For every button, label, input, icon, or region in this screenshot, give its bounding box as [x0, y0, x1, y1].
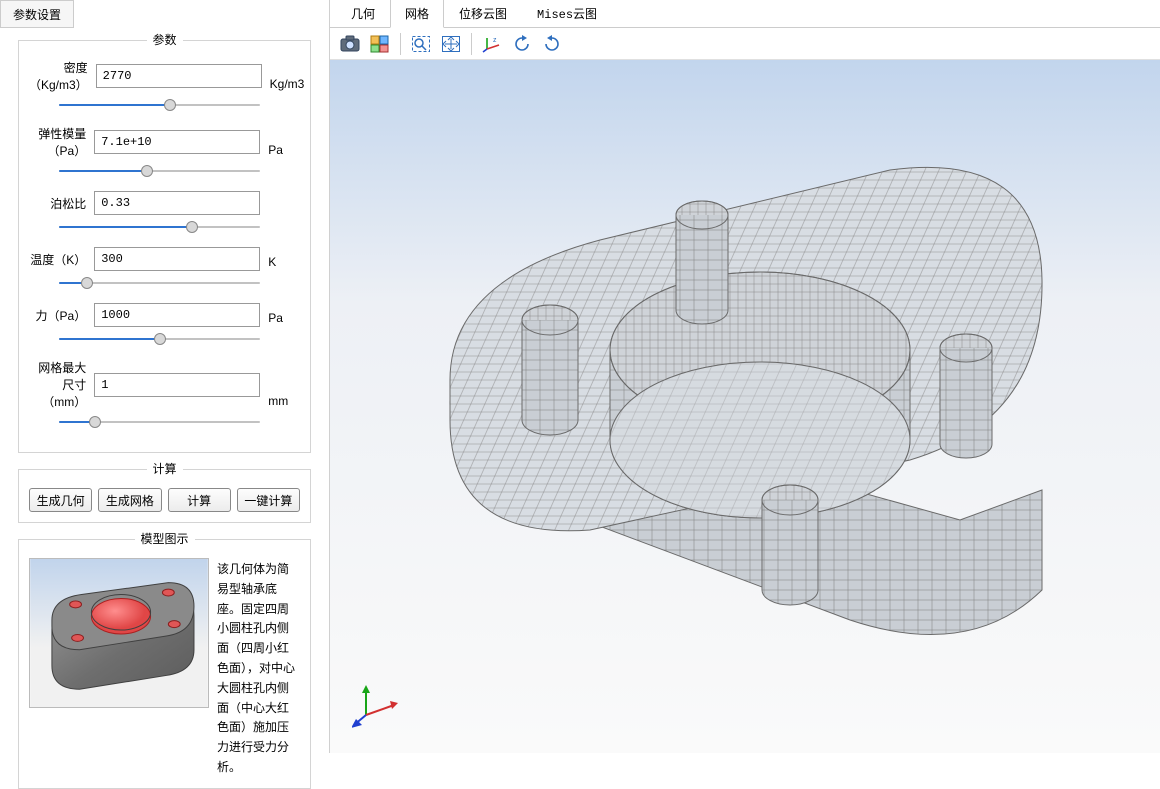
param-input[interactable]: [94, 373, 260, 397]
param-unit: [268, 213, 300, 215]
screenshot-options-icon[interactable]: [366, 31, 394, 57]
param-label: 弹性模量（Pa）: [29, 125, 86, 159]
main-area: 几何网格位移云图Mises云图 z: [330, 0, 1160, 753]
view-toolbar: z: [330, 28, 1160, 60]
param-slider[interactable]: [59, 331, 260, 347]
view-tab[interactable]: 网格: [390, 0, 444, 28]
param-unit: Pa: [268, 311, 300, 327]
param-label: 泊松比: [29, 195, 86, 212]
param-slider[interactable]: [59, 275, 260, 291]
param-label: 密度（Kg/m3）: [29, 59, 88, 93]
param-label: 温度（K）: [29, 251, 86, 268]
param-slider[interactable]: [59, 219, 260, 235]
camera-icon[interactable]: [336, 31, 364, 57]
compute-group: 计算 生成几何生成网格计算一键计算: [18, 469, 311, 523]
params-group-legend: 参数: [146, 31, 182, 48]
model-group-legend: 模型图示: [134, 530, 194, 547]
param-slider[interactable]: [59, 97, 260, 113]
param-unit: mm: [268, 394, 300, 410]
param-label: 力（Pa）: [29, 307, 86, 324]
fit-view-icon[interactable]: [437, 31, 465, 57]
param-input[interactable]: [96, 64, 262, 88]
view-tab-bar: 几何网格位移云图Mises云图: [330, 0, 1160, 28]
toolbar-separator: [471, 33, 472, 55]
model-group: 模型图示: [18, 539, 311, 789]
param-slider[interactable]: [59, 163, 260, 179]
param-unit: Pa: [268, 143, 300, 159]
zoom-rect-icon[interactable]: [407, 31, 435, 57]
svg-text:z: z: [493, 37, 497, 44]
compute-button[interactable]: 生成几何: [29, 488, 92, 512]
model-thumbnail: [29, 558, 209, 708]
compute-button[interactable]: 一键计算: [237, 488, 300, 512]
param-row: 温度（K） K: [29, 247, 300, 291]
param-row: 泊松比: [29, 191, 300, 235]
show-axes-icon[interactable]: z: [478, 31, 506, 57]
view-tab[interactable]: 几何: [336, 0, 390, 28]
viewport-3d[interactable]: [330, 60, 1160, 753]
compute-group-legend: 计算: [146, 460, 182, 477]
param-input[interactable]: [94, 303, 260, 327]
param-input[interactable]: [94, 191, 260, 215]
params-group: 参数 密度（Kg/m3） Kg/m3 弹性模量（Pa） Pa 泊松比: [18, 40, 311, 453]
param-slider[interactable]: [59, 414, 260, 430]
view-tab[interactable]: Mises云图: [522, 0, 612, 28]
param-input[interactable]: [94, 130, 260, 154]
param-label: 网格最大尺寸（mm）: [29, 359, 86, 410]
toolbar-separator: [400, 33, 401, 55]
param-row: 力（Pa） Pa: [29, 303, 300, 347]
sidebar: 参数设置 参数 密度（Kg/m3） Kg/m3 弹性模量（Pa） Pa 泊松比: [0, 0, 330, 753]
param-unit: Kg/m3: [270, 77, 305, 93]
param-row: 网格最大尺寸（mm） mm: [29, 359, 300, 430]
sidebar-tab-settings[interactable]: 参数设置: [0, 0, 74, 28]
param-row: 密度（Kg/m3） Kg/m3: [29, 59, 300, 113]
rotate-ccw-icon[interactable]: [508, 31, 536, 57]
compute-button[interactable]: 计算: [168, 488, 231, 512]
view-tab[interactable]: 位移云图: [444, 0, 522, 28]
sidebar-tab-bar: 参数设置: [0, 0, 329, 28]
param-row: 弹性模量（Pa） Pa: [29, 125, 300, 179]
compute-button[interactable]: 生成网格: [98, 488, 161, 512]
rotate-cw-icon[interactable]: [538, 31, 566, 57]
param-input[interactable]: [94, 247, 260, 271]
param-unit: K: [268, 255, 300, 271]
model-description: 该几何体为简易型轴承底座。固定四周小圆柱孔内侧面（四周小红色面），对中心大圆柱孔…: [217, 558, 300, 778]
